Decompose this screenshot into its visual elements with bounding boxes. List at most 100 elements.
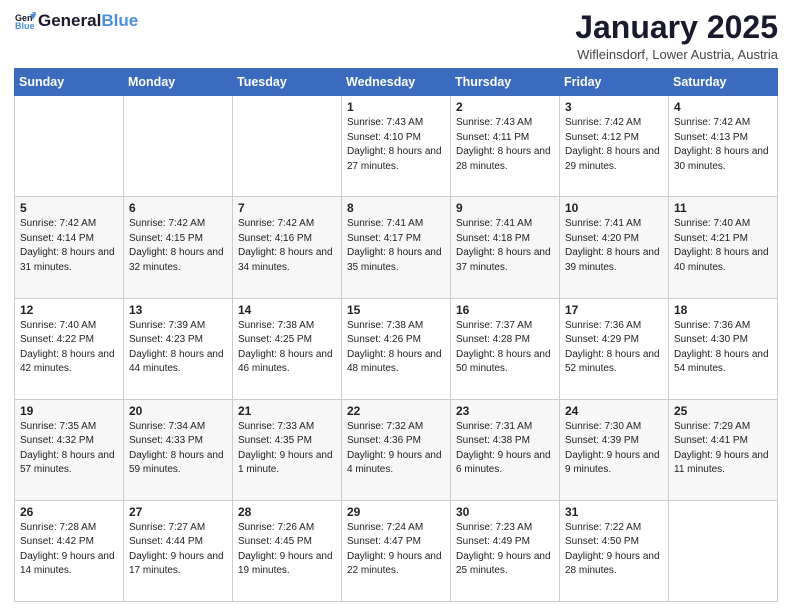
calendar-cell xyxy=(669,500,778,601)
day-number: 27 xyxy=(129,505,227,519)
day-info: Sunrise: 7:43 AM Sunset: 4:10 PM Dayligh… xyxy=(347,116,445,174)
day-info: Sunrise: 7:40 AM Sunset: 4:21 PM Dayligh… xyxy=(674,217,772,275)
day-number: 12 xyxy=(20,303,118,317)
day-number: 16 xyxy=(456,303,554,317)
calendar-header-saturday: Saturday xyxy=(669,69,778,96)
calendar-cell xyxy=(15,96,124,197)
calendar-header-tuesday: Tuesday xyxy=(233,69,342,96)
day-number: 21 xyxy=(238,404,336,418)
day-info: Sunrise: 7:33 AM Sunset: 4:35 PM Dayligh… xyxy=(238,420,336,478)
day-info: Sunrise: 7:42 AM Sunset: 4:14 PM Dayligh… xyxy=(20,217,118,275)
day-number: 1 xyxy=(347,100,445,114)
day-number: 9 xyxy=(456,201,554,215)
calendar-cell: 1 Sunrise: 7:43 AM Sunset: 4:10 PM Daylig… xyxy=(342,96,451,197)
calendar-header-monday: Monday xyxy=(124,69,233,96)
day-number: 8 xyxy=(347,201,445,215)
day-number: 23 xyxy=(456,404,554,418)
calendar-cell: 8Sunrise: 7:41 AM Sunset: 4:17 PM Daylig… xyxy=(342,197,451,298)
day-number: 3 xyxy=(565,100,663,114)
calendar-header-friday: Friday xyxy=(560,69,669,96)
day-number: 7 xyxy=(238,201,336,215)
day-number: 25 xyxy=(674,404,772,418)
calendar-header-row: SundayMondayTuesdayWednesdayThursdayFrid… xyxy=(15,69,778,96)
calendar-cell: 24Sunrise: 7:30 AM Sunset: 4:39 PM Dayli… xyxy=(560,399,669,500)
day-info: Sunrise: 7:37 AM Sunset: 4:28 PM Dayligh… xyxy=(456,319,554,377)
calendar-cell: 3 Sunrise: 7:42 AM Sunset: 4:12 PM Daylig… xyxy=(560,96,669,197)
calendar-cell: 21 Sunrise: 7:33 AM Sunset: 4:35 PM Dayli… xyxy=(233,399,342,500)
calendar-cell: 16 Sunrise: 7:37 AM Sunset: 4:28 PM Dayli… xyxy=(451,298,560,399)
day-number: 11 xyxy=(674,201,772,215)
calendar-cell: 31 Sunrise: 7:22 AM Sunset: 4:50 PM Dayli… xyxy=(560,500,669,601)
calendar-cell: 22 Sunrise: 7:32 AM Sunset: 4:36 PM Dayli… xyxy=(342,399,451,500)
calendar-week-2: 5Sunrise: 7:42 AM Sunset: 4:14 PM Daylig… xyxy=(15,197,778,298)
calendar-cell: 25 Sunrise: 7:29 AM Sunset: 4:41 PM Dayli… xyxy=(669,399,778,500)
calendar-cell: 10 Sunrise: 7:41 AM Sunset: 4:20 PM Dayli… xyxy=(560,197,669,298)
calendar-cell: 30 Sunrise: 7:23 AM Sunset: 4:49 PM Dayli… xyxy=(451,500,560,601)
day-number: 20 xyxy=(129,404,227,418)
day-number: 18 xyxy=(674,303,772,317)
day-number: 24 xyxy=(565,404,663,418)
day-info: Sunrise: 7:23 AM Sunset: 4:49 PM Dayligh… xyxy=(456,521,554,579)
logo-general: General xyxy=(38,11,101,30)
day-info: Sunrise: 7:36 AM Sunset: 4:29 PM Dayligh… xyxy=(565,319,663,377)
day-number: 29 xyxy=(347,505,445,519)
day-info: Sunrise: 7:42 AM Sunset: 4:12 PM Dayligh… xyxy=(565,116,663,174)
logo: Gen Blue GeneralBlue xyxy=(14,10,138,32)
calendar-cell: 29 Sunrise: 7:24 AM Sunset: 4:47 PM Dayli… xyxy=(342,500,451,601)
day-number: 30 xyxy=(456,505,554,519)
day-number: 4 xyxy=(674,100,772,114)
calendar-cell: 2Sunrise: 7:43 AM Sunset: 4:11 PM Daylig… xyxy=(451,96,560,197)
calendar-week-5: 26Sunrise: 7:28 AM Sunset: 4:42 PM Dayli… xyxy=(15,500,778,601)
calendar-cell: 19 Sunrise: 7:35 AM Sunset: 4:32 PM Dayli… xyxy=(15,399,124,500)
calendar-cell xyxy=(124,96,233,197)
calendar-cell: 4 Sunrise: 7:42 AM Sunset: 4:13 PM Daylig… xyxy=(669,96,778,197)
day-info: Sunrise: 7:39 AM Sunset: 4:23 PM Dayligh… xyxy=(129,319,227,377)
day-info: Sunrise: 7:31 AM Sunset: 4:38 PM Dayligh… xyxy=(456,420,554,478)
day-info: Sunrise: 7:32 AM Sunset: 4:36 PM Dayligh… xyxy=(347,420,445,478)
calendar-cell: 26Sunrise: 7:28 AM Sunset: 4:42 PM Dayli… xyxy=(15,500,124,601)
day-number: 15 xyxy=(347,303,445,317)
svg-text:Blue: Blue xyxy=(15,21,35,31)
day-number: 19 xyxy=(20,404,118,418)
day-number: 31 xyxy=(565,505,663,519)
calendar-cell: 13Sunrise: 7:39 AM Sunset: 4:23 PM Dayli… xyxy=(124,298,233,399)
day-info: Sunrise: 7:42 AM Sunset: 4:15 PM Dayligh… xyxy=(129,217,227,275)
month-title: January 2025 xyxy=(575,10,778,45)
day-number: 22 xyxy=(347,404,445,418)
day-info: Sunrise: 7:35 AM Sunset: 4:32 PM Dayligh… xyxy=(20,420,118,478)
day-number: 14 xyxy=(238,303,336,317)
day-number: 10 xyxy=(565,201,663,215)
day-info: Sunrise: 7:41 AM Sunset: 4:20 PM Dayligh… xyxy=(565,217,663,275)
day-info: Sunrise: 7:29 AM Sunset: 4:41 PM Dayligh… xyxy=(674,420,772,478)
day-number: 17 xyxy=(565,303,663,317)
day-info: Sunrise: 7:27 AM Sunset: 4:44 PM Dayligh… xyxy=(129,521,227,579)
calendar-header-sunday: Sunday xyxy=(15,69,124,96)
calendar-cell: 9 Sunrise: 7:41 AM Sunset: 4:18 PM Daylig… xyxy=(451,197,560,298)
page: Gen Blue GeneralBlue January 2025 Wiflei… xyxy=(0,0,792,612)
calendar-cell: 23 Sunrise: 7:31 AM Sunset: 4:38 PM Dayli… xyxy=(451,399,560,500)
day-info: Sunrise: 7:22 AM Sunset: 4:50 PM Dayligh… xyxy=(565,521,663,579)
calendar-cell: 17 Sunrise: 7:36 AM Sunset: 4:29 PM Dayli… xyxy=(560,298,669,399)
calendar-cell: 18Sunrise: 7:36 AM Sunset: 4:30 PM Dayli… xyxy=(669,298,778,399)
calendar-table: SundayMondayTuesdayWednesdayThursdayFrid… xyxy=(14,68,778,602)
calendar-week-1: 1 Sunrise: 7:43 AM Sunset: 4:10 PM Daylig… xyxy=(15,96,778,197)
day-info: Sunrise: 7:41 AM Sunset: 4:18 PM Dayligh… xyxy=(456,217,554,275)
calendar-week-4: 19 Sunrise: 7:35 AM Sunset: 4:32 PM Dayli… xyxy=(15,399,778,500)
calendar-header-thursday: Thursday xyxy=(451,69,560,96)
calendar-cell: 28 Sunrise: 7:26 AM Sunset: 4:45 PM Dayli… xyxy=(233,500,342,601)
calendar-week-3: 12 Sunrise: 7:40 AM Sunset: 4:22 PM Dayli… xyxy=(15,298,778,399)
day-info: Sunrise: 7:38 AM Sunset: 4:26 PM Dayligh… xyxy=(347,319,445,377)
day-info: Sunrise: 7:26 AM Sunset: 4:45 PM Dayligh… xyxy=(238,521,336,579)
header: Gen Blue GeneralBlue January 2025 Wiflei… xyxy=(14,10,778,62)
calendar-cell xyxy=(233,96,342,197)
calendar-header-wednesday: Wednesday xyxy=(342,69,451,96)
day-info: Sunrise: 7:24 AM Sunset: 4:47 PM Dayligh… xyxy=(347,521,445,579)
calendar-cell: 20Sunrise: 7:34 AM Sunset: 4:33 PM Dayli… xyxy=(124,399,233,500)
calendar-cell: 15 Sunrise: 7:38 AM Sunset: 4:26 PM Dayli… xyxy=(342,298,451,399)
day-info: Sunrise: 7:42 AM Sunset: 4:13 PM Dayligh… xyxy=(674,116,772,174)
title-block: January 2025 Wifleinsdorf, Lower Austria… xyxy=(575,10,778,62)
calendar-cell: 5Sunrise: 7:42 AM Sunset: 4:14 PM Daylig… xyxy=(15,197,124,298)
day-info: Sunrise: 7:40 AM Sunset: 4:22 PM Dayligh… xyxy=(20,319,118,377)
day-number: 28 xyxy=(238,505,336,519)
calendar-cell: 12 Sunrise: 7:40 AM Sunset: 4:22 PM Dayli… xyxy=(15,298,124,399)
